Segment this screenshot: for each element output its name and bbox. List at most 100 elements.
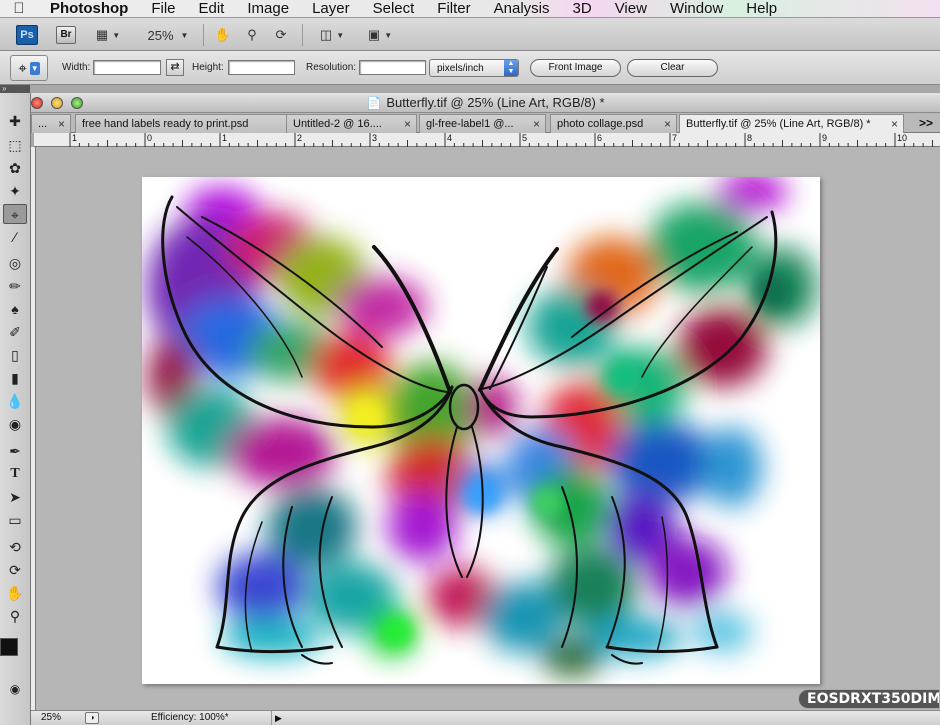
- brush-tool-icon[interactable]: ✏: [3, 276, 27, 296]
- resolution-unit-value: pixels/inch: [437, 63, 484, 74]
- butterfly-artwork: [147, 177, 817, 677]
- menu-photoshop[interactable]: Photoshop: [38, 0, 139, 17]
- chevron-down-icon: ▼: [180, 30, 189, 40]
- application-bar: Ps Br ▦ ▼ 25% ▼ ✋ ⚲ ⟳ ◫ ▼ ▣ ▼: [0, 18, 940, 51]
- document-canvas[interactable]: [142, 177, 820, 684]
- history-brush-tool-icon[interactable]: ✐: [3, 322, 27, 342]
- tab-label: Untitled-2 @ 16....: [293, 118, 382, 130]
- type-tool-icon[interactable]: T: [3, 464, 27, 484]
- zoom-level-dropdown[interactable]: 25% ▼: [146, 25, 190, 45]
- menu-select[interactable]: Select: [361, 0, 426, 17]
- menu-filter[interactable]: Filter: [425, 0, 481, 17]
- horizontal-ruler[interactable]: 1 0 1 2 3 4 5 6 7 8 9 10: [34, 133, 940, 147]
- eraser-tool-icon[interactable]: ▯: [3, 345, 27, 365]
- document-tab-active[interactable]: Butterfly.tif @ 25% (Line Art, RGB/8) * ×: [679, 114, 904, 134]
- close-tab-icon[interactable]: ×: [891, 115, 898, 133]
- chevron-down-icon: ▼: [336, 30, 345, 40]
- arrange-documents-button[interactable]: ◫ ▼: [314, 25, 350, 45]
- width-field[interactable]: [93, 60, 161, 75]
- menu-file[interactable]: File: [139, 0, 186, 17]
- chevron-updown-icon: ▲ ▼: [504, 60, 518, 76]
- pen-tool-icon[interactable]: ✒: [3, 441, 27, 461]
- close-tab-icon[interactable]: ×: [533, 115, 540, 133]
- status-bar: 25% ◑ Efficiency: 100%* ▶: [31, 710, 940, 725]
- document-tab[interactable]: free hand labels ready to print.psd×: [75, 114, 316, 133]
- document-window-title: 📄 Butterfly.tif @ 25% (Line Art, RGB/8) *: [31, 95, 940, 110]
- ruler-label: 2: [297, 133, 303, 143]
- close-tab-icon[interactable]: ×: [664, 115, 671, 133]
- close-tab-icon[interactable]: ×: [404, 115, 411, 133]
- close-tab-icon[interactable]: ×: [58, 115, 65, 133]
- dodge-tool-icon[interactable]: ◉: [3, 414, 27, 434]
- marquee-tool-icon[interactable]: ⬚: [3, 135, 27, 155]
- ruler-label: 9: [822, 133, 828, 143]
- clone-stamp-tool-icon[interactable]: ♠: [3, 299, 27, 319]
- eyedropper-tool-icon[interactable]: ∕: [3, 227, 27, 247]
- tab-label: Butterfly.tif @ 25% (Line Art, RGB/8) *: [686, 118, 871, 130]
- status-menu-arrow-icon[interactable]: ▶: [271, 711, 285, 725]
- view-extras-button[interactable]: ▦ ▼: [90, 25, 126, 45]
- options-bar: ⌖ ▼ Width: ⇄ Height: Resolution: pixels/…: [0, 51, 940, 85]
- menu-help[interactable]: Help: [734, 0, 788, 17]
- document-tab[interactable]: ... ×: [31, 114, 71, 133]
- ruler-label: 1: [222, 133, 228, 143]
- menu-edit[interactable]: Edit: [187, 0, 236, 17]
- menu-3d[interactable]: 3D: [561, 0, 603, 17]
- rectangle-tool-icon[interactable]: ▭: [3, 510, 27, 530]
- hand-tool-icon[interactable]: ✋: [212, 25, 234, 45]
- quick-mask-icon[interactable]: ◉: [3, 679, 27, 699]
- status-options-icon[interactable]: ◑: [85, 712, 99, 724]
- 3d-orbit-tool-icon[interactable]: ⟳: [3, 560, 27, 580]
- menu-view[interactable]: View: [603, 0, 658, 17]
- resolution-field[interactable]: [359, 60, 426, 75]
- path-selection-tool-icon[interactable]: ➤: [3, 487, 27, 507]
- tools-panel: ✚ ⬚ ✿ ✦ ⌖ ∕ ◎ ✏ ♠ ✐ ▯ ▮ 💧 ◉ ✒ T ➤ ▭ ⟲ ⟳ …: [0, 93, 31, 725]
- apple-menu-icon[interactable]: : [0, 0, 38, 17]
- document-title-bar: 📄 Butterfly.tif @ 25% (Line Art, RGB/8) *: [31, 93, 940, 113]
- bridge-button[interactable]: Br: [56, 26, 76, 44]
- tab-label: ...: [38, 118, 48, 130]
- chevron-down-icon: ▼: [112, 30, 121, 40]
- gradient-tool-icon[interactable]: ▮: [3, 368, 27, 388]
- arrange-icon: ◫: [319, 27, 333, 42]
- status-zoom-value[interactable]: 25%: [41, 712, 61, 723]
- tools-panel-header[interactable]: »: [0, 85, 30, 93]
- zoom-tool-icon[interactable]: ⚲: [241, 25, 263, 45]
- chevron-down-icon: ▼: [29, 61, 40, 75]
- menu-image[interactable]: Image: [235, 0, 300, 17]
- resolution-label: Resolution:: [306, 62, 357, 73]
- resolution-unit-select[interactable]: pixels/inch ▲ ▼: [429, 59, 519, 77]
- quick-selection-tool-icon[interactable]: ✦: [3, 181, 27, 201]
- tab-overflow-icon[interactable]: >>: [919, 116, 933, 130]
- spot-healing-tool-icon[interactable]: ◎: [3, 253, 27, 273]
- film-strip-icon: ▦: [95, 27, 109, 42]
- height-field[interactable]: [228, 60, 295, 75]
- status-info-text: Efficiency: 100%*: [151, 712, 229, 723]
- menu-analysis[interactable]: Analysis: [482, 0, 561, 17]
- hand-tool-icon[interactable]: ✋: [3, 583, 27, 603]
- rotate-view-icon[interactable]: ⟳: [270, 25, 292, 45]
- front-image-button[interactable]: Front Image: [530, 59, 621, 77]
- move-tool-icon[interactable]: ✚: [3, 111, 27, 131]
- chevron-down-icon: ▼: [384, 30, 393, 40]
- zoom-tool-icon[interactable]: ⚲: [3, 606, 27, 626]
- crop-tool-icon[interactable]: ⌖: [3, 204, 27, 224]
- screen-mode-icon: ▣: [367, 27, 381, 42]
- ruler-label: 8: [747, 133, 753, 143]
- ruler-ticks: [69, 133, 933, 147]
- menu-layer[interactable]: Layer: [300, 0, 361, 17]
- swap-dimensions-icon[interactable]: ⇄: [166, 59, 184, 76]
- clear-button[interactable]: Clear: [627, 59, 718, 77]
- ruler-label: 0: [147, 133, 153, 143]
- document-tab[interactable]: photo collage.psd ×: [550, 114, 677, 133]
- 3d-rotate-tool-icon[interactable]: ⟲: [3, 537, 27, 557]
- screen-mode-button[interactable]: ▣ ▼: [362, 25, 398, 45]
- ruler-label: 5: [522, 133, 528, 143]
- tool-preset-picker[interactable]: ⌖ ▼: [10, 55, 48, 81]
- blur-tool-icon[interactable]: 💧: [3, 391, 27, 411]
- menu-window[interactable]: Window: [658, 0, 734, 17]
- lasso-tool-icon[interactable]: ✿: [3, 158, 27, 178]
- foreground-color-swatch[interactable]: [0, 638, 18, 656]
- document-tab[interactable]: Untitled-2 @ 16.... ×: [286, 114, 417, 133]
- document-tab[interactable]: gl-free-label1 @... ×: [419, 114, 546, 133]
